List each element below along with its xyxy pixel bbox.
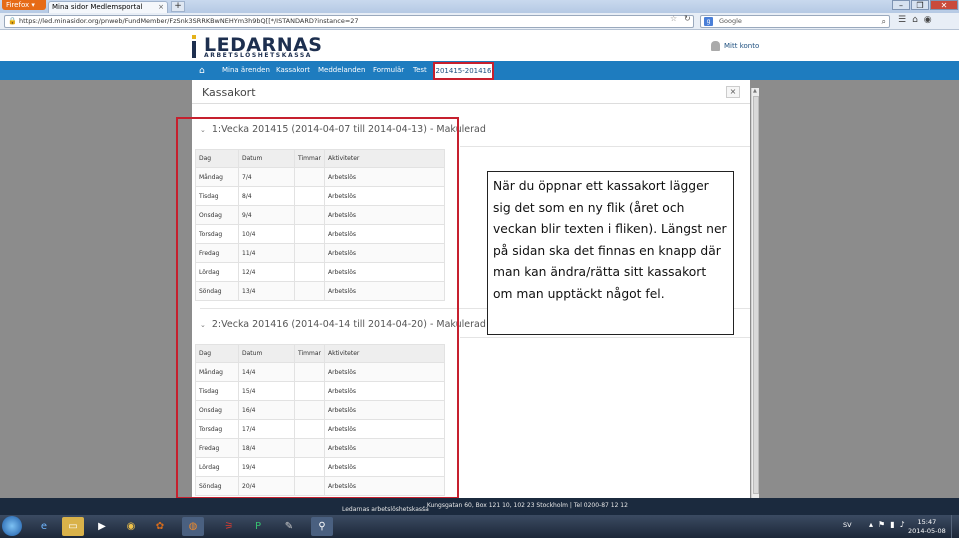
- modal-title: Kassakort: [202, 86, 256, 99]
- scrollbar-thumb[interactable]: [753, 96, 759, 494]
- person-icon: [711, 41, 720, 51]
- logo-mark-icon: [192, 35, 196, 58]
- browser-tab[interactable]: Mina sidor Medlemsportal ×: [48, 1, 168, 13]
- folder-icon[interactable]: ▭: [62, 517, 84, 536]
- acrobat-icon[interactable]: ⚞: [218, 517, 240, 536]
- firefox-menu-button[interactable]: Firefox ▾: [2, 0, 46, 10]
- home-button-icon[interactable]: ⌂: [912, 15, 924, 25]
- modal-close-button[interactable]: ×: [726, 86, 740, 98]
- new-tab-button[interactable]: +: [171, 1, 185, 12]
- search-placeholder: Google: [719, 17, 742, 25]
- divider: [460, 337, 750, 338]
- toolbar-icons: ☰⌂◉: [898, 15, 938, 25]
- modal-divider: [192, 103, 750, 104]
- my-account-link[interactable]: Mitt konto: [711, 41, 759, 51]
- clock-date: 2014-05-08: [908, 527, 946, 535]
- tab-kassakort-period[interactable]: 201415-201416: [433, 62, 494, 80]
- visual-studio-icon[interactable]: ⚲: [311, 517, 333, 536]
- show-desktop-button[interactable]: [951, 515, 959, 538]
- annotation-highlight-box: [176, 117, 459, 499]
- maximize-icon[interactable]: ❐: [911, 0, 929, 10]
- menu-item-meddelanden[interactable]: Meddelanden: [318, 61, 365, 80]
- my-account-label: Mitt konto: [724, 42, 760, 50]
- tab-title: Mina sidor Medlemsportal: [52, 3, 143, 11]
- url-text: https://led.minasidor.org/pnweb/FundMemb…: [19, 17, 359, 25]
- divider: [460, 146, 750, 147]
- menu-item-kassakort[interactable]: Kassakort: [276, 61, 310, 80]
- site-footer: Ledarnas arbetslöshetskassa , Kungsgatan…: [0, 498, 959, 515]
- tab-close-icon[interactable]: ×: [158, 2, 164, 13]
- modal-scrollbar[interactable]: ▲: [751, 88, 759, 498]
- network-icon[interactable]: ▮: [890, 520, 899, 529]
- site-header: LEDARNAS ARBETSLÖSHETSKASSA Mitt konto: [0, 30, 959, 61]
- logo-subtitle: ARBETSLÖSHETSKASSA: [204, 52, 313, 59]
- scroll-up-icon[interactable]: ▲: [753, 88, 757, 94]
- internet-explorer-icon[interactable]: e: [33, 517, 55, 536]
- annotation-callout: När du öppnar ett kassakort lägger sig d…: [487, 171, 734, 335]
- tray-icons: ▴⚑▮♪: [869, 520, 910, 529]
- bookmark-star-icon[interactable]: ☆: [670, 14, 677, 23]
- google-icon[interactable]: g: [704, 17, 713, 26]
- menu-icon[interactable]: ☰: [898, 15, 912, 25]
- publisher-icon[interactable]: P: [247, 517, 269, 536]
- chrome-icon[interactable]: ◉: [120, 517, 142, 536]
- flag-icon[interactable]: ⚑: [878, 520, 890, 529]
- search-bar[interactable]: g Google ⌕: [700, 15, 890, 28]
- url-bar[interactable]: 🔒 https://led.minasidor.org/pnweb/FundMe…: [4, 15, 694, 28]
- menu-item-mina-arenden[interactable]: Mina ärenden: [222, 61, 270, 80]
- taskbar: e ▭ ▶ ◉ ✿ ◍ ⚞ P ✎ ⚲ SV ▴⚑▮♪ 15:47 2014-0…: [0, 515, 959, 538]
- window-close-icon[interactable]: ✕: [930, 0, 958, 10]
- firefox-icon[interactable]: ◍: [182, 517, 204, 536]
- footer-org: Ledarnas arbetslöshetskassa: [342, 506, 429, 513]
- reload-icon[interactable]: ↻: [684, 14, 691, 23]
- start-button[interactable]: [2, 516, 22, 536]
- browser-navbar: 🔒 https://led.minasidor.org/pnweb/FundMe…: [0, 13, 959, 30]
- clock-time: 15:47: [917, 518, 937, 526]
- tray-expand-icon[interactable]: ▴: [869, 520, 878, 529]
- minimize-icon[interactable]: –: [892, 0, 910, 10]
- search-icon[interactable]: ⌕: [882, 16, 886, 27]
- media-player-icon[interactable]: ▶: [91, 517, 113, 536]
- home-icon[interactable]: ⌂: [199, 66, 205, 76]
- lock-icon: 🔒: [8, 17, 17, 25]
- tools-icon[interactable]: ✎: [278, 517, 300, 536]
- images-icon[interactable]: ✿: [149, 517, 171, 536]
- browser-titlebar: Firefox ▾ Mina sidor Medlemsportal × + –…: [0, 0, 959, 13]
- menu-item-formular[interactable]: Formulär: [373, 61, 404, 80]
- addon-icon[interactable]: ◉: [924, 15, 938, 25]
- footer-address: , Kungsgatan 60, Box 121 10, 102 23 Stoc…: [423, 502, 628, 509]
- language-indicator[interactable]: SV: [843, 521, 852, 529]
- menu-item-test[interactable]: Test: [413, 61, 427, 80]
- system-clock[interactable]: 15:47 2014-05-08: [908, 518, 946, 536]
